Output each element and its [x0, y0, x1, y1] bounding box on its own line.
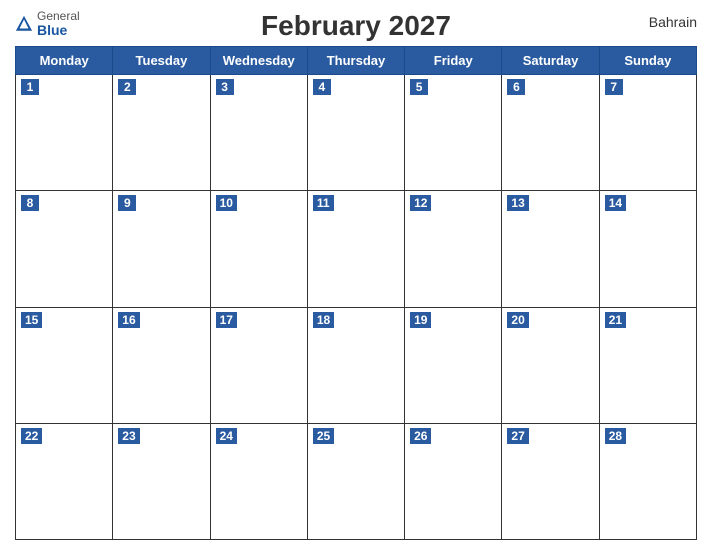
- day-number: 15: [21, 312, 42, 328]
- calendar-day-cell: 14: [599, 191, 696, 307]
- calendar-day-cell: 8: [16, 191, 113, 307]
- day-number: 12: [410, 195, 431, 211]
- calendar-day-cell: 15: [16, 307, 113, 423]
- calendar-day-cell: 24: [210, 423, 307, 539]
- header-thursday: Thursday: [307, 47, 404, 75]
- calendar-day-cell: 3: [210, 75, 307, 191]
- day-number: 11: [313, 195, 334, 211]
- logo-text: General Blue: [37, 10, 80, 39]
- calendar-day-cell: 26: [405, 423, 502, 539]
- calendar-day-cell: 20: [502, 307, 599, 423]
- day-number: 26: [410, 428, 431, 444]
- day-number: 5: [410, 79, 428, 95]
- general-blue-icon: [15, 15, 33, 33]
- calendar-day-cell: 19: [405, 307, 502, 423]
- day-number: 17: [216, 312, 237, 328]
- day-number: 22: [21, 428, 42, 444]
- weekday-header-row: Monday Tuesday Wednesday Thursday Friday…: [16, 47, 697, 75]
- day-number: 28: [605, 428, 626, 444]
- calendar-body: 1234567891011121314151617181920212223242…: [16, 75, 697, 540]
- day-number: 8: [21, 195, 39, 211]
- day-number: 13: [507, 195, 528, 211]
- day-number: 27: [507, 428, 528, 444]
- day-number: 25: [313, 428, 334, 444]
- calendar-day-cell: 13: [502, 191, 599, 307]
- calendar-day-cell: 23: [113, 423, 210, 539]
- calendar-week-row: 15 16 17 18 19 20 21: [16, 307, 697, 423]
- calendar-day-cell: 10: [210, 191, 307, 307]
- calendar-day-cell: 16: [113, 307, 210, 423]
- calendar-day-cell: 17: [210, 307, 307, 423]
- day-number: 18: [313, 312, 334, 328]
- day-number: 2: [118, 79, 136, 95]
- logo-wrapper: General Blue: [15, 10, 80, 39]
- day-number: 7: [605, 79, 623, 95]
- day-number: 14: [605, 195, 626, 211]
- header-saturday: Saturday: [502, 47, 599, 75]
- calendar-day-cell: 2: [113, 75, 210, 191]
- calendar-day-cell: 18: [307, 307, 404, 423]
- calendar-table: Monday Tuesday Wednesday Thursday Friday…: [15, 46, 697, 540]
- calendar-title: February 2027: [261, 10, 451, 42]
- calendar-day-cell: 1: [16, 75, 113, 191]
- day-number: 19: [410, 312, 431, 328]
- day-number: 20: [507, 312, 528, 328]
- calendar-day-cell: 9: [113, 191, 210, 307]
- day-number: 21: [605, 312, 626, 328]
- header-tuesday: Tuesday: [113, 47, 210, 75]
- day-number: 24: [216, 428, 237, 444]
- calendar-day-cell: 21: [599, 307, 696, 423]
- calendar-day-cell: 27: [502, 423, 599, 539]
- header-sunday: Sunday: [599, 47, 696, 75]
- day-number: 9: [118, 195, 136, 211]
- logo-area: General Blue: [15, 10, 80, 39]
- day-number: 1: [21, 79, 39, 95]
- header-wednesday: Wednesday: [210, 47, 307, 75]
- day-number: 23: [118, 428, 139, 444]
- country-label: Bahrain: [649, 14, 697, 30]
- calendar-day-cell: 6: [502, 75, 599, 191]
- calendar-week-row: 1 2 3 4 5 6 7: [16, 75, 697, 191]
- logo-blue-text: Blue: [37, 23, 80, 38]
- calendar-day-cell: 7: [599, 75, 696, 191]
- day-number: 16: [118, 312, 139, 328]
- day-number: 6: [507, 79, 525, 95]
- calendar-day-cell: 28: [599, 423, 696, 539]
- calendar-day-cell: 12: [405, 191, 502, 307]
- calendar-day-cell: 25: [307, 423, 404, 539]
- calendar-header: General Blue February 2027 Bahrain: [15, 10, 697, 42]
- header-friday: Friday: [405, 47, 502, 75]
- day-number: 10: [216, 195, 237, 211]
- day-number: 3: [216, 79, 234, 95]
- calendar-week-row: 22 23 24 25 26 27 28: [16, 423, 697, 539]
- calendar-day-cell: 4: [307, 75, 404, 191]
- calendar-day-cell: 22: [16, 423, 113, 539]
- calendar-day-cell: 5: [405, 75, 502, 191]
- calendar-day-cell: 11: [307, 191, 404, 307]
- day-number: 4: [313, 79, 331, 95]
- calendar-week-row: 8 9 10 11 12 13 14: [16, 191, 697, 307]
- header-monday: Monday: [16, 47, 113, 75]
